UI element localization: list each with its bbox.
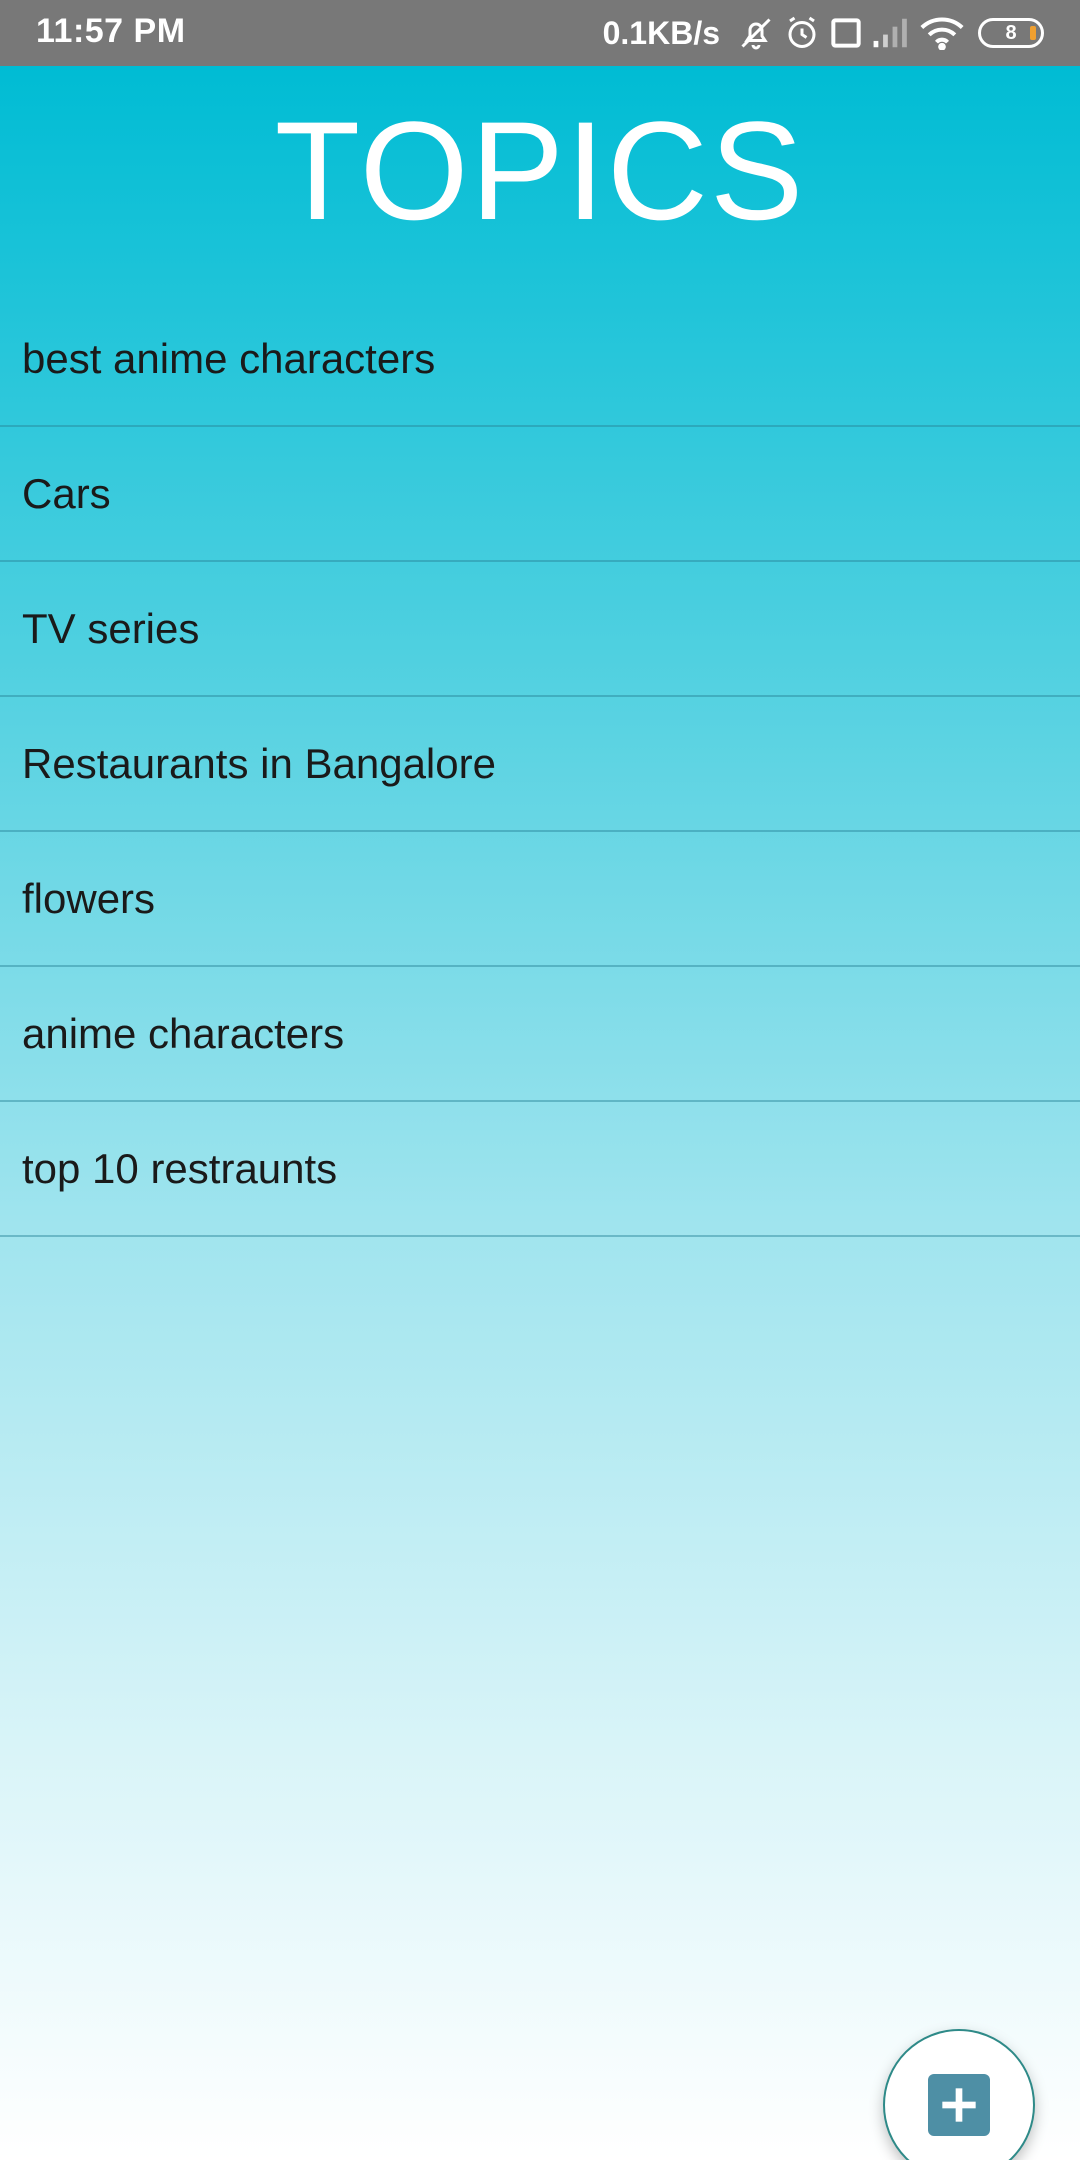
status-bar: 11:57 PM 0.1KB/s 8: [0, 0, 1080, 66]
signal-icon: [872, 17, 910, 49]
battery-level: 8: [1005, 21, 1017, 44]
list-item-label: Restaurants in Bangalore: [22, 739, 496, 787]
list-item-label: TV series: [22, 604, 200, 652]
volte-icon: [830, 17, 862, 49]
bell-off-icon: [738, 15, 774, 51]
list-item-label: anime characters: [22, 1009, 345, 1057]
app-screen: TOPICS best anime characters Cars TV ser…: [0, 66, 1080, 2160]
wifi-icon: [920, 16, 964, 50]
list-item-label: top 10 restraunts: [22, 1144, 338, 1192]
list-item[interactable]: Cars: [0, 427, 1080, 562]
list-item[interactable]: TV series: [0, 562, 1080, 697]
network-speed: 0.1KB/s: [602, 14, 720, 51]
battery-icon: 8: [978, 18, 1044, 48]
list-item[interactable]: top 10 restraunts: [0, 1102, 1080, 1237]
alarm-icon: [784, 15, 820, 51]
battery-tip: [1030, 26, 1036, 40]
list-item[interactable]: best anime characters: [0, 292, 1080, 427]
list-item[interactable]: Restaurants in Bangalore: [0, 697, 1080, 832]
list-item[interactable]: flowers: [0, 832, 1080, 967]
list-item[interactable]: anime characters: [0, 967, 1080, 1102]
page-title: TOPICS: [274, 92, 806, 249]
add-topic-button[interactable]: [883, 2029, 1035, 2160]
list-item-label: flowers: [22, 874, 156, 922]
status-icons: 0.1KB/s 8: [603, 0, 1044, 66]
status-time: 11:57 PM: [36, 12, 186, 50]
list-item-label: Cars: [22, 469, 111, 517]
plus-icon: [928, 2074, 990, 2136]
list-item-label: best anime characters: [22, 334, 436, 382]
topic-list: best anime characters Cars TV series Res…: [0, 292, 1080, 1237]
